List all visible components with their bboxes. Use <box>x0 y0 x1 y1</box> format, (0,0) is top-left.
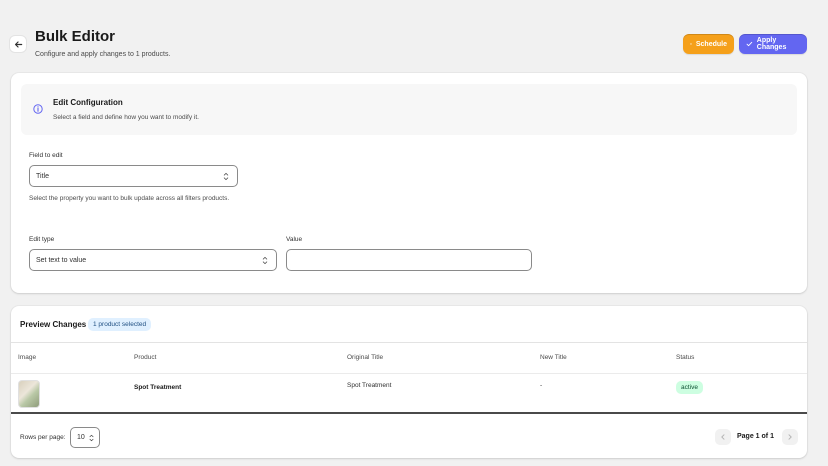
column-header-new-title: New Title <box>540 354 567 361</box>
selected-count-badge: 1 product selected <box>88 318 152 331</box>
calendar-icon <box>690 43 692 45</box>
arrow-left-icon <box>14 40 22 48</box>
checkmark-icon <box>746 41 753 47</box>
edit-type-label: Edit type <box>29 236 55 243</box>
product-thumbnail <box>18 380 40 408</box>
configuration-info-box <box>21 84 797 135</box>
chevron-right-icon <box>788 434 792 440</box>
column-header-product: Product <box>134 354 157 361</box>
value-label: Value <box>286 236 303 243</box>
page-title: Bulk Editor <box>35 28 116 45</box>
row-new-title: - <box>540 382 543 389</box>
configuration-title: Edit Configuration <box>53 98 123 107</box>
previous-page-button[interactable] <box>715 429 731 445</box>
select-chevron-icon <box>262 256 268 264</box>
column-header-status: Status <box>676 354 695 361</box>
rows-per-page-select[interactable]: 10 <box>70 427 100 448</box>
configuration-description: Select a field and define how you want t… <box>53 114 199 121</box>
field-to-edit-help: Select the property you want to bulk upd… <box>29 195 230 202</box>
page-subtitle: Configure and apply changes to 1 product… <box>35 51 171 58</box>
edit-type-select[interactable]: Set text to value <box>29 249 277 271</box>
schedule-button-label: Schedule <box>695 40 727 48</box>
select-chevron-icon <box>223 172 229 180</box>
column-header-image: Image <box>18 354 37 361</box>
apply-changes-button-label: Apply Changes <box>756 37 787 51</box>
field-to-edit-select[interactable]: Title <box>29 165 238 187</box>
rows-per-page-value: 10 <box>77 434 85 441</box>
info-icon <box>33 104 43 114</box>
field-to-edit-value: Title <box>36 172 49 180</box>
column-header-original-title: Original Title <box>347 354 384 361</box>
row-original-title: Spot Treatment <box>347 382 392 389</box>
value-input[interactable] <box>286 249 532 271</box>
status-badge: active <box>676 381 703 394</box>
chevron-left-icon <box>721 434 725 440</box>
schedule-button[interactable]: Schedule <box>683 34 734 54</box>
select-chevron-icon <box>89 434 94 441</box>
table-divider <box>11 412 807 414</box>
rows-per-page-label: Rows per page: <box>20 434 66 441</box>
field-to-edit-label: Field to edit <box>29 152 63 159</box>
page-indicator: Page 1 of 1 <box>737 433 774 440</box>
apply-changes-button[interactable]: Apply Changes <box>739 34 807 54</box>
row-product: Spot Treatment <box>134 384 182 391</box>
preview-title: Preview Changes <box>20 320 87 329</box>
back-button[interactable] <box>9 35 27 53</box>
next-page-button[interactable] <box>782 429 798 445</box>
edit-type-value: Set text to value <box>36 256 87 264</box>
